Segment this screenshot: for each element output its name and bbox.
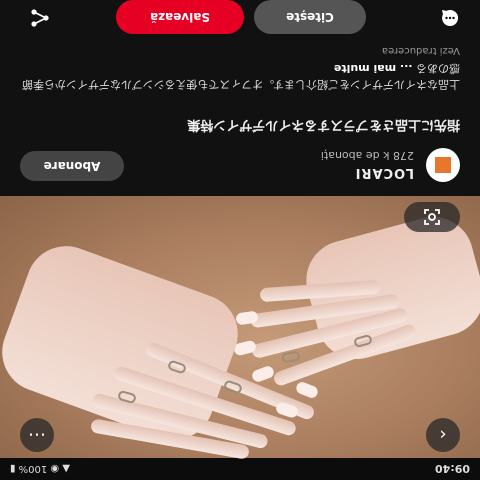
more-link[interactable]: ... mai multe bbox=[334, 62, 413, 75]
translation-link[interactable]: Vezi traducerea bbox=[382, 45, 460, 56]
brand-name[interactable]: LOCARI bbox=[355, 165, 414, 180]
read-button[interactable]: Citește bbox=[254, 0, 366, 34]
action-bar: Citește Salvează bbox=[0, 0, 480, 34]
status-time: 09:40 bbox=[434, 462, 470, 476]
nail bbox=[294, 380, 320, 400]
screen: 09:40 ▲ ◉ 100% ▮ ‹ ⋯ LOCARI 278 k de abo… bbox=[0, 0, 480, 480]
follower-count: 278 k de abonați bbox=[320, 149, 414, 162]
follow-button[interactable]: Abonare bbox=[20, 151, 124, 181]
pin-title: 指先に上品さをプラスするネイルデザイン特集 bbox=[187, 117, 460, 132]
nail bbox=[250, 364, 276, 384]
pin-description: 上品なネイルデザインをご紹介します。オフィスでも使えるシンプルなデザインから季節… bbox=[20, 60, 460, 92]
share-icon bbox=[31, 9, 49, 27]
status-bar: 09:40 ▲ ◉ 100% ▮ bbox=[0, 458, 480, 480]
visual-search-button[interactable] bbox=[404, 202, 460, 232]
brand-avatar[interactable] bbox=[426, 148, 460, 182]
visual-search-icon bbox=[424, 209, 440, 225]
pin-image[interactable]: ‹ ⋯ bbox=[0, 196, 480, 460]
status-icons: ▲ ◉ 100% ▮ bbox=[10, 463, 71, 475]
save-button[interactable]: Salvează bbox=[116, 0, 244, 34]
back-icon: ‹ bbox=[439, 424, 447, 446]
more-icon: ⋯ bbox=[28, 424, 46, 446]
comment-icon bbox=[442, 10, 459, 27]
share-button[interactable] bbox=[28, 6, 50, 28]
ring bbox=[281, 350, 301, 364]
more-options-button[interactable]: ⋯ bbox=[20, 418, 54, 452]
comment-button[interactable] bbox=[438, 6, 460, 28]
back-button[interactable]: ‹ bbox=[426, 418, 460, 452]
